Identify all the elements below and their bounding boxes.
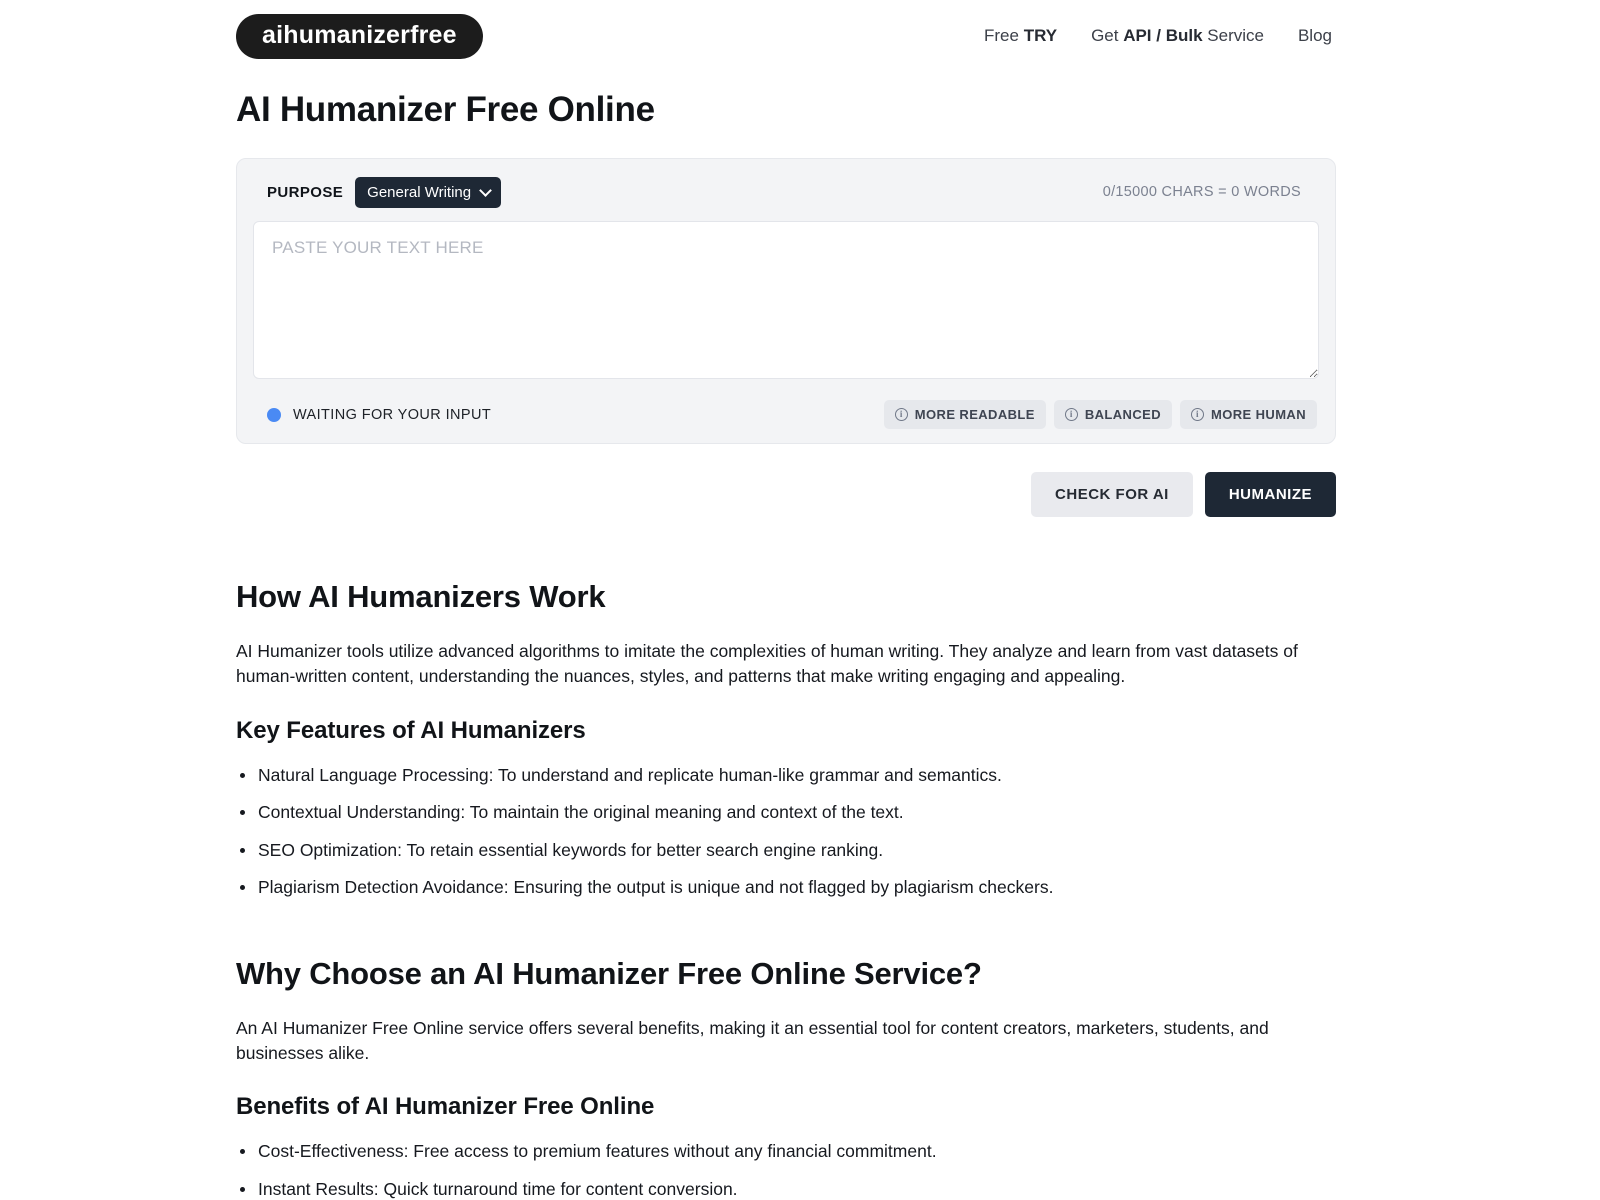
article-content: How AI Humanizers Work AI Humanizer tool… — [236, 579, 1336, 1200]
site-logo[interactable]: aihumanizerfree — [236, 13, 483, 59]
action-button-row: CHECK FOR AI HUMANIZE — [236, 472, 1336, 517]
status-indicator-dot — [267, 407, 281, 422]
nav-link-blog[interactable]: Blog — [1298, 26, 1332, 46]
benefits-list: Cost-Effectiveness: Free access to premi… — [236, 1139, 1336, 1200]
site-logo-text: aihumanizerfree — [262, 20, 457, 49]
nav-link-api-bulk-service[interactable]: Get API / Bulk Service — [1091, 26, 1264, 46]
info-icon: i — [1064, 408, 1078, 421]
section-paragraph: An AI Humanizer Free Online service offe… — [236, 1017, 1269, 1063]
mode-label: MORE READABLE — [914, 407, 1035, 422]
list-item: Natural Language Processing: To understa… — [236, 763, 1336, 788]
list-item: Plagiarism Detection Avoidance: Ensuring… — [236, 875, 1336, 900]
main-nav: Free TRY Get API / Bulk Service Blog — [984, 26, 1332, 46]
editor-status-bar: WAITING FOR YOUR INPUT i MORE READABLE i… — [253, 400, 1319, 429]
mode-label: BALANCED — [1084, 407, 1161, 422]
purpose-group: PURPOSE General Writing — [267, 176, 502, 208]
check-for-ai-button[interactable]: CHECK FOR AI — [1031, 472, 1193, 517]
mode-more-readable-button[interactable]: i MORE READABLE — [883, 400, 1046, 429]
section-heading-how-it-works: How AI Humanizers Work — [236, 579, 606, 614]
mode-label: MORE HUMAN — [1211, 407, 1306, 422]
nav-link-free-try[interactable]: Free TRY — [984, 26, 1057, 46]
site-header: aihumanizerfree Free TRY Get API / Bulk … — [0, 0, 1600, 72]
mode-balanced-button[interactable]: i BALANCED — [1053, 400, 1172, 429]
list-item: Cost-Effectiveness: Free access to premi… — [236, 1139, 1336, 1164]
mode-button-group: i MORE READABLE i BALANCED i MORE HUMAN — [883, 400, 1317, 429]
section-heading-why-choose: Why Choose an AI Humanizer Free Online S… — [236, 955, 982, 991]
status-text: WAITING FOR YOUR INPUT — [293, 406, 492, 423]
info-icon: i — [1191, 408, 1204, 421]
list-item: SEO Optimization: To retain essential ke… — [236, 838, 1336, 863]
section-paragraph: AI Humanizer tools utilize advanced algo… — [236, 641, 1298, 686]
subheading-benefits: Benefits of AI Humanizer Free Online — [236, 1093, 655, 1121]
mode-more-human-button[interactable]: i MORE HUMAN — [1180, 400, 1317, 429]
text-input[interactable] — [253, 221, 1319, 379]
purpose-select[interactable]: General Writing — [355, 176, 502, 208]
page-root: aihumanizerfree Free TRY Get API / Bulk … — [0, 0, 1600, 1200]
purpose-label: PURPOSE — [267, 183, 344, 201]
page-title: AI Humanizer Free Online — [236, 90, 655, 129]
info-icon: i — [894, 408, 908, 421]
content-column: AI Humanizer Free Online PURPOSE General… — [236, 90, 1336, 1200]
editor-toolbar: PURPOSE General Writing 0/15000 CHARS = … — [253, 175, 1319, 209]
purpose-select-wrap: General Writing — [355, 176, 502, 208]
key-features-list: Natural Language Processing: To understa… — [236, 763, 1336, 900]
humanize-button[interactable]: HUMANIZE — [1204, 472, 1336, 517]
subheading-key-features: Key Features of AI Humanizers — [236, 716, 586, 744]
status-group: WAITING FOR YOUR INPUT — [267, 407, 491, 423]
list-item: Instant Results: Quick turnaround time f… — [236, 1177, 1336, 1200]
character-counter: 0/15000 CHARS = 0 WORDS — [1102, 184, 1301, 200]
humanizer-editor-panel: PURPOSE General Writing 0/15000 CHARS = … — [236, 158, 1336, 444]
list-item: Contextual Understanding: To maintain th… — [236, 800, 1336, 825]
